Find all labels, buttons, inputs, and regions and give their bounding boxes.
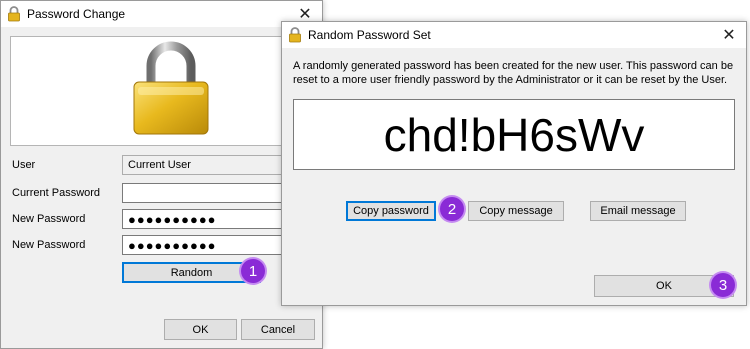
user-label: User: [12, 159, 36, 171]
generated-password-box: chd!bH6sWv: [293, 99, 735, 170]
window-title: Random Password Set: [308, 28, 431, 42]
padlock-icon: [289, 27, 301, 43]
lock-image-panel: [10, 36, 315, 146]
close-icon[interactable]: ✕: [718, 24, 740, 46]
password-change-titlebar: Password Change ✕: [1, 1, 322, 27]
email-message-button[interactable]: Email message: [590, 201, 686, 221]
ok-button[interactable]: OK: [164, 319, 237, 340]
callout-badge-3: 3: [711, 273, 735, 297]
new-password-field[interactable]: ●●●●●●●●●●: [122, 209, 297, 229]
user-field-value: Current User: [128, 159, 191, 171]
callout-badge-1: 1: [241, 259, 265, 283]
current-password-field[interactable]: [122, 183, 297, 203]
confirm-password-value: ●●●●●●●●●●: [128, 237, 217, 253]
password-change-window: Password Change ✕ User Current User Curr…: [0, 0, 323, 349]
random-password-message: A randomly generated password has been c…: [293, 60, 734, 86]
callout-badge-2: 2: [440, 197, 464, 221]
copy-message-button[interactable]: Copy message: [468, 201, 564, 221]
window-title: Password Change: [27, 7, 126, 21]
generated-password[interactable]: chd!bH6sWv: [384, 108, 645, 162]
padlock-icon: [8, 6, 20, 22]
current-password-label: Current Password: [12, 187, 101, 199]
new-password-label: New Password: [12, 213, 86, 225]
padlock-icon: [133, 41, 209, 135]
confirm-password-label: New Password: [12, 239, 86, 251]
confirm-password-field[interactable]: ●●●●●●●●●●: [122, 235, 297, 255]
copy-password-button[interactable]: Copy password: [346, 201, 436, 221]
new-password-value: ●●●●●●●●●●: [128, 211, 217, 227]
random-password-window: Random Password Set ✕ A randomly generat…: [281, 21, 747, 306]
user-field: Current User: [122, 155, 297, 175]
random-password-titlebar: Random Password Set ✕: [282, 22, 746, 48]
cancel-button[interactable]: Cancel: [241, 319, 315, 340]
